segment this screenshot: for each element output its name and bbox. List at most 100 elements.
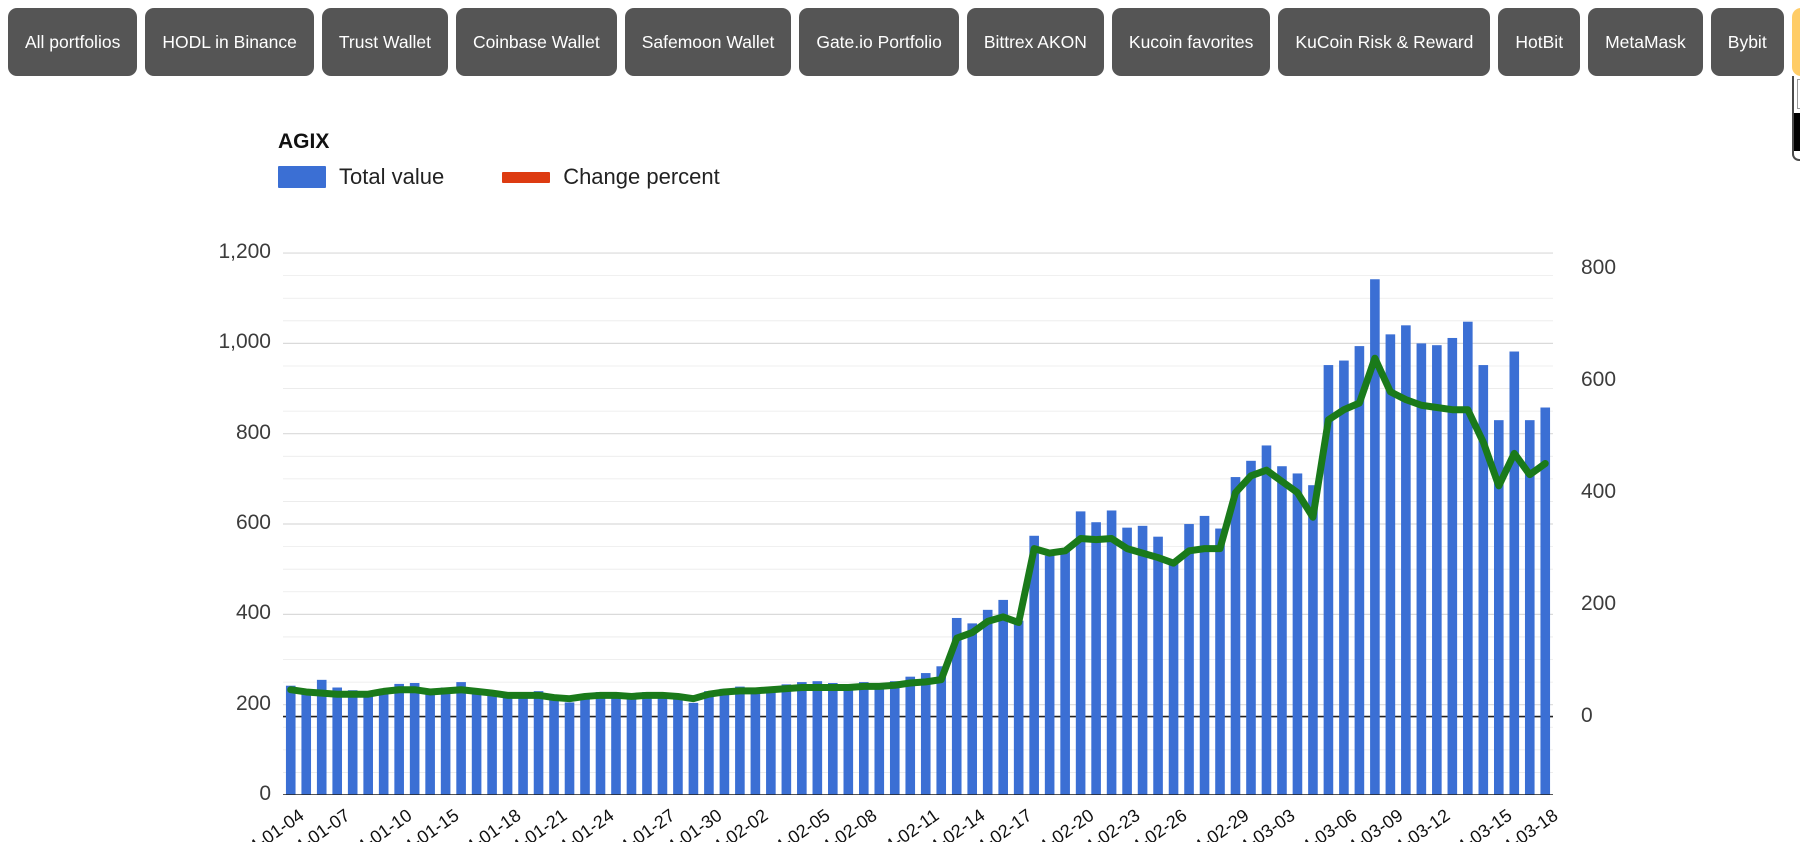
tab-label: KuCoin Risk & Reward: [1295, 31, 1474, 52]
tab-gate-io-portfolio[interactable]: Gate.io Portfolio: [799, 8, 959, 76]
tab-individual-cryptos[interactable]: Individual Cryptos ↓: [1791, 8, 1800, 76]
crypto-option-agix[interactable]: AGIX: [1793, 113, 1800, 151]
bar[interactable]: [735, 686, 745, 795]
bar[interactable]: [332, 687, 343, 795]
bar[interactable]: [595, 692, 606, 795]
tab-kucoin-favorites[interactable]: Kucoin favorites: [1111, 8, 1271, 76]
y-axis-left-tick: 200: [235, 691, 271, 715]
tab-metamask[interactable]: MetaMask: [1588, 8, 1703, 76]
bar[interactable]: [1106, 510, 1117, 795]
bar[interactable]: [982, 609, 993, 795]
bar[interactable]: [1246, 460, 1256, 795]
bar[interactable]: [316, 679, 327, 795]
bar[interactable]: [502, 697, 513, 795]
bar[interactable]: [626, 698, 637, 795]
tab-bybit[interactable]: Bybit: [1710, 8, 1784, 76]
bar[interactable]: [487, 694, 497, 795]
bar[interactable]: [1153, 536, 1163, 795]
bar[interactable]: [843, 685, 854, 795]
bar[interactable]: [611, 695, 621, 795]
bar[interactable]: [1261, 445, 1272, 795]
bar[interactable]: [363, 693, 373, 795]
tab-coinbase-wallet[interactable]: Coinbase Wallet: [455, 8, 617, 76]
tab-hotbit[interactable]: HotBit: [1498, 8, 1581, 76]
bar[interactable]: [1277, 466, 1287, 795]
bar[interactable]: [673, 697, 683, 795]
bar[interactable]: [1013, 620, 1024, 795]
bar[interactable]: [1292, 473, 1303, 795]
bar[interactable]: [688, 702, 699, 795]
crypto-search-dropdown: AGIX: [1791, 76, 1800, 161]
bar[interactable]: [1091, 522, 1101, 795]
y-axis-left-tick: 1,000: [218, 330, 271, 354]
bar[interactable]: [1432, 345, 1442, 795]
bar[interactable]: [812, 681, 823, 795]
bar[interactable]: [657, 694, 668, 795]
bar[interactable]: [1075, 511, 1086, 795]
bar[interactable]: [828, 683, 838, 795]
legend-item-change-percent[interactable]: Change percent: [502, 164, 720, 190]
tab-label: Coinbase Wallet: [472, 31, 600, 52]
bar[interactable]: [766, 687, 776, 795]
bar[interactable]: [905, 676, 916, 795]
bar[interactable]: [285, 685, 296, 795]
chart-plot-area[interactable]: 0 200 400 600 800 1,000 1,200 0 200 400 600 800 2024…: [218, 235, 1616, 842]
bar[interactable]: [936, 666, 947, 795]
bar[interactable]: [889, 681, 900, 795]
bar[interactable]: [440, 687, 451, 795]
bar[interactable]: [378, 688, 389, 795]
bar[interactable]: [1215, 528, 1225, 795]
bar[interactable]: [1416, 343, 1427, 795]
bar[interactable]: [719, 688, 730, 795]
bar[interactable]: [1509, 351, 1520, 795]
bar[interactable]: [580, 694, 590, 795]
bar[interactable]: [347, 690, 358, 795]
bar[interactable]: [549, 697, 559, 795]
bar[interactable]: [1122, 527, 1132, 795]
bar[interactable]: [425, 693, 435, 795]
y-axis-right-tick: 800: [1581, 255, 1617, 279]
tab-all-portfolios[interactable]: All portfolios: [8, 8, 138, 76]
bar[interactable]: [1184, 524, 1194, 795]
legend-item-total-value[interactable]: Total value: [278, 164, 444, 190]
bar[interactable]: [920, 673, 931, 795]
bar[interactable]: [781, 684, 792, 795]
bar[interactable]: [471, 689, 482, 795]
bar[interactable]: [797, 682, 807, 795]
bar[interactable]: [1230, 477, 1241, 795]
bar[interactable]: [642, 692, 652, 795]
bar[interactable]: [518, 692, 528, 795]
bar[interactable]: [564, 702, 575, 795]
tab-hodl-in-binance[interactable]: HODL in Binance: [145, 8, 314, 76]
bar[interactable]: [394, 683, 404, 795]
tab-bittrex-akon[interactable]: Bittrex AKON: [966, 8, 1104, 76]
bar[interactable]: [1044, 555, 1055, 795]
bar[interactable]: [1199, 515, 1210, 795]
chart-svg: [283, 252, 1553, 795]
x-axis-tick: 2024-01-04: [220, 805, 308, 842]
tab-label: MetaMask: [1605, 31, 1686, 52]
bar[interactable]: [967, 623, 978, 795]
tab-trust-wallet[interactable]: Trust Wallet: [321, 8, 448, 76]
bar[interactable]: [409, 683, 420, 795]
bar[interactable]: [704, 691, 714, 795]
y-axis-left-tick: 1,200: [218, 240, 271, 264]
bar[interactable]: [1308, 485, 1318, 795]
bar[interactable]: [1463, 321, 1473, 795]
bar[interactable]: [858, 682, 869, 795]
bar[interactable]: [1339, 360, 1349, 795]
bar[interactable]: [456, 682, 466, 795]
bar[interactable]: [1060, 551, 1070, 795]
bar[interactable]: [750, 690, 761, 795]
bar[interactable]: [998, 599, 1008, 795]
individual-cryptos-dropdown-wrapper: Individual Cryptos ↓ AGIX: [1791, 8, 1800, 161]
bar[interactable]: [1385, 334, 1396, 795]
bar[interactable]: [874, 683, 885, 795]
bar[interactable]: [1354, 346, 1365, 795]
tab-kucoin-risk-reward[interactable]: KuCoin Risk & Reward: [1278, 8, 1491, 76]
tab-safemoon-wallet[interactable]: Safemoon Wallet: [624, 8, 792, 76]
bar[interactable]: [1168, 561, 1179, 795]
bar[interactable]: [1137, 525, 1148, 795]
bar[interactable]: [301, 690, 312, 795]
bar[interactable]: [533, 691, 544, 795]
